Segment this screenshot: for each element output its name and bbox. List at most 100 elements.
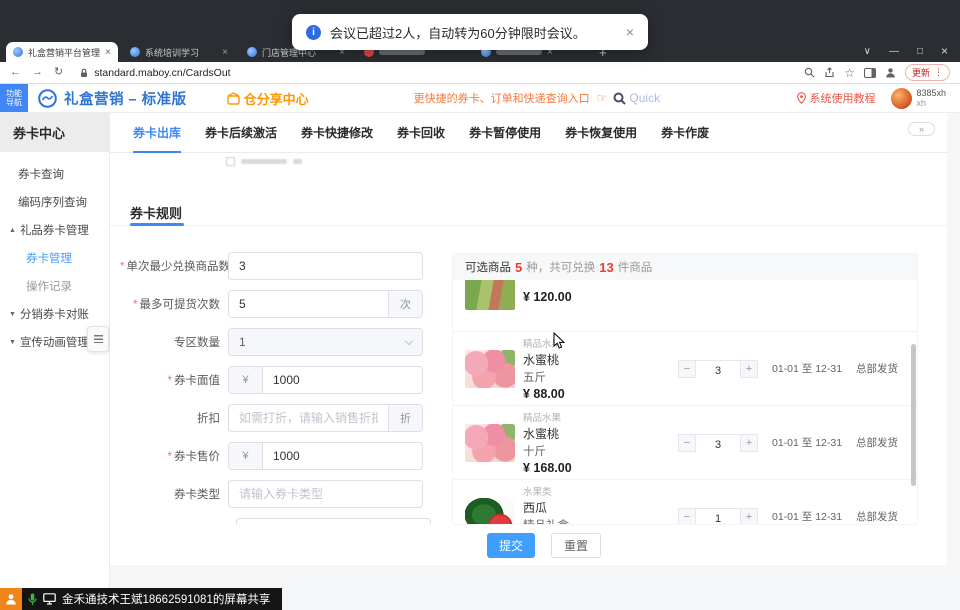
sidebar-item-card-management[interactable]: 券卡管理 — [0, 244, 109, 272]
notification-close-icon[interactable]: × — [626, 24, 634, 40]
minus-button[interactable]: − — [678, 508, 696, 526]
plus-button[interactable]: + — [740, 434, 758, 452]
face-value-input[interactable] — [263, 367, 422, 393]
submit-button[interactable]: 提交 — [487, 533, 535, 558]
sidebar-collapse-handle[interactable] — [87, 326, 109, 352]
window-close-icon[interactable]: × — [941, 44, 948, 58]
currency-prefix: ¥ — [229, 367, 263, 393]
update-button[interactable]: 更新 ⋮ — [905, 64, 950, 81]
label-text: 单次最少兑换商品数 — [126, 261, 230, 273]
zone-count-select[interactable] — [228, 328, 423, 356]
tab-card-recycle[interactable]: 券卡回收 — [397, 113, 445, 153]
profile-icon[interactable] — [885, 67, 896, 78]
field-label: 专区数量 — [120, 334, 228, 350]
main-content: 券卡出库 券卡后续激活 券卡快捷修改 券卡回收 券卡暂停使用 券卡恢复使用 券卡… — [110, 113, 947, 565]
product-price: ¥ 88.00 — [523, 387, 673, 401]
sidebar-item-card-query[interactable]: 券卡查询 — [0, 160, 109, 188]
discount-input[interactable] — [229, 405, 388, 431]
browser-tab-training[interactable]: 系统培训学习 × — [123, 42, 235, 62]
form-row-max-pickup: *最多可提货次数 次 — [120, 290, 423, 318]
tab-card-void[interactable]: 券卡作废 — [661, 113, 709, 153]
plus-button[interactable]: + — [740, 360, 758, 378]
product-list: ¥ 120.00 精品水果 水蜜桃 五斤 ¥ 88.00 − + 01-01 至… — [453, 280, 917, 525]
form-row-discount: 折扣 折 — [120, 404, 423, 432]
back-icon[interactable]: ← — [10, 67, 21, 78]
quantity-input[interactable] — [696, 363, 740, 379]
max-pickup-input[interactable] — [229, 291, 388, 317]
reload-icon[interactable]: ↻ — [54, 67, 63, 78]
quantity-stepper: − + — [678, 508, 758, 526]
tab-close-icon[interactable]: × — [105, 47, 111, 58]
section-title: 券卡规则 — [130, 203, 182, 222]
tab-card-resume[interactable]: 券卡恢复使用 — [565, 113, 637, 153]
expand-button[interactable]: » — [908, 122, 935, 136]
card-type-input[interactable] — [229, 481, 422, 507]
plus-button[interactable]: + — [740, 508, 758, 526]
address-bar[interactable]: standard.maboy.cn/CardsOut — [80, 67, 230, 79]
window-maximize-icon[interactable]: □ — [917, 46, 923, 57]
obscured-text — [293, 159, 302, 164]
sidebar-group-gift-card-mgmt[interactable]: ▲ 礼品券卡管理 — [0, 216, 109, 244]
tab-close-icon[interactable]: × — [222, 47, 228, 58]
form-actions: 提交 重置 — [487, 533, 601, 558]
nav-toggle-button[interactable]: 功能 导航 — [0, 84, 28, 112]
window-menu-icon[interactable]: ∨ — [864, 46, 871, 57]
minus-button[interactable]: − — [678, 434, 696, 452]
sale-price-input[interactable] — [263, 443, 422, 469]
tab-card-quick-edit[interactable]: 券卡快捷修改 — [301, 113, 373, 153]
tab-card-activate[interactable]: 券卡后续激活 — [205, 113, 277, 153]
share-center-link[interactable]: 仓分享中心 — [227, 89, 309, 108]
summary-prefix: 可选商品 — [465, 259, 511, 275]
label-text: 折扣 — [197, 413, 220, 425]
sidebar-group-distribution-reconciliation[interactable]: ▼ 分销券卡对账 — [0, 300, 109, 328]
bookmark-star-icon[interactable]: ☆ — [844, 67, 855, 79]
panel-scrollbar[interactable] — [911, 344, 916, 486]
label-text: 券卡售价 — [174, 451, 220, 463]
product-price: ¥ 120.00 — [523, 290, 572, 304]
quantity-stepper: − + — [678, 434, 758, 452]
product-info: 精品水果 水蜜桃 五斤 ¥ 88.00 — [523, 336, 673, 401]
url-text[interactable]: standard.maboy.cn/CardsOut — [94, 67, 230, 79]
pointing-hand-icon: ☞ — [597, 91, 608, 105]
zone-count-value — [229, 329, 396, 355]
product-row: 水果类 西瓜 精品礼盒 ¥ 199.00 − + 01-01 至 12-31 总… — [453, 480, 917, 525]
form-row-card-type: 券卡类型 — [120, 480, 423, 508]
min-exchange-input[interactable] — [229, 253, 422, 279]
field-label: 折扣 — [120, 410, 228, 426]
quantity-input[interactable] — [696, 511, 740, 526]
user-name: 8385xh xh — [916, 88, 946, 108]
currency-prefix: ¥ — [229, 443, 263, 469]
sidebar-item-label: 礼品券卡管理 — [20, 222, 89, 238]
tutorial-link[interactable]: 系统使用教程 — [797, 90, 875, 106]
app-logo-icon — [38, 89, 57, 108]
quick-search-icon[interactable] — [613, 92, 626, 105]
side-panel-icon[interactable] — [864, 68, 876, 78]
share-icon[interactable] — [824, 67, 835, 78]
cutoff-next-input — [236, 518, 431, 524]
zoom-icon[interactable] — [804, 67, 815, 78]
browser-tab-gift-admin[interactable]: 礼盒营销平台管理中心 × — [6, 42, 118, 62]
product-image — [465, 498, 515, 526]
sidebar-item-label: 宣传动画管理 — [20, 334, 89, 350]
card-rules-form: *单次最少兑换商品数 *最多可提货次数 次 专区数量 *券卡面值 ¥ 折扣 折 … — [120, 252, 423, 518]
quantity-stepper: − + — [678, 360, 758, 378]
window-minimize-icon[interactable]: — — [889, 46, 899, 57]
summary-middle: 种，共可兑换 — [526, 259, 595, 275]
section-divider — [110, 225, 947, 226]
sidebar-item-code-sequence-query[interactable]: 编码序列查询 — [0, 188, 109, 216]
user-avatar[interactable] — [891, 88, 912, 109]
tab-favicon-icon — [247, 47, 257, 57]
tab-favicon-icon — [130, 47, 140, 57]
meeting-notification-toast: i 会议已超过2人，自动转为60分钟限时会议。 × — [292, 14, 648, 50]
minus-button[interactable]: − — [678, 360, 696, 378]
tab-card-suspend[interactable]: 券卡暂停使用 — [469, 113, 541, 153]
tab-card-outbound[interactable]: 券卡出库 — [133, 113, 181, 153]
quantity-input[interactable] — [696, 437, 740, 453]
location-pin-icon — [797, 92, 806, 104]
reset-button[interactable]: 重置 — [551, 533, 601, 558]
sidebar-item-label: 券卡管理 — [26, 250, 72, 266]
product-image — [465, 350, 515, 388]
sidebar-item-operation-log[interactable]: 操作记录 — [0, 272, 109, 300]
quick-label[interactable]: Quick — [629, 91, 660, 105]
forward-icon[interactable]: → — [32, 67, 43, 78]
